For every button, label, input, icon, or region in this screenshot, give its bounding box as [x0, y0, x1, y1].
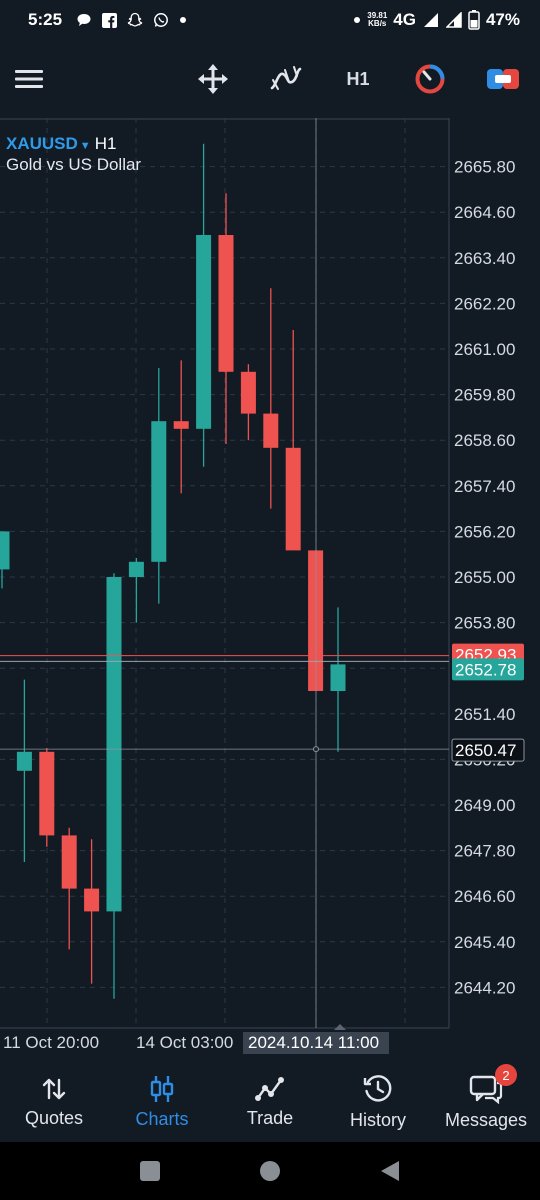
candle-body-bearish [218, 235, 234, 372]
recents-square-icon[interactable] [139, 1160, 161, 1182]
candle-body-bullish [151, 421, 167, 562]
signal-icon [445, 12, 462, 28]
crosshair-move-icon [197, 63, 229, 95]
nav-trade-label: Trade [246, 1107, 294, 1128]
price-tick-label: 2646.60 [454, 887, 515, 906]
candle-body-bullish [330, 664, 346, 691]
snapchat-icon [127, 12, 143, 28]
price-tick-label: 2647.80 [454, 842, 515, 861]
price-tick-label: 2651.40 [454, 705, 515, 724]
nav-messages-label: Messages [444, 1109, 528, 1130]
net-speed-unit: KB/s [368, 19, 387, 28]
signal-icon [422, 12, 440, 28]
status-time: 5:25 [28, 10, 63, 29]
battery-icon [468, 10, 480, 30]
price-tick-label: 2664.60 [454, 203, 515, 222]
time-tick-label: 11 Oct 20:00 [3, 1033, 99, 1052]
nav-quotes-label: Quotes [24, 1107, 84, 1128]
candle-body-bearish [39, 751, 55, 836]
network-type: 4G [393, 10, 416, 29]
charts-candles-icon [149, 1075, 175, 1103]
menu-button[interactable] [12, 60, 46, 98]
nav-trade[interactable]: Trade [216, 1062, 324, 1142]
crosshair-button[interactable] [194, 60, 232, 98]
candle-body-bullish [16, 751, 32, 771]
nav-history-label: History [349, 1109, 406, 1130]
candle-body-bullish [196, 235, 212, 429]
candle-body-bearish [61, 835, 77, 889]
timeframe-button[interactable]: H1 [340, 60, 376, 98]
one-click-trading-icon [414, 63, 446, 95]
symbol-dropdown-icon[interactable]: ▼ [80, 140, 91, 152]
dot-icon [179, 16, 187, 24]
price-tick-label: 2653.80 [454, 614, 515, 633]
nav-history[interactable]: History [324, 1062, 432, 1142]
candle-body-bearish [84, 888, 100, 912]
candle-body-bullish [128, 561, 144, 577]
trade-line-icon [255, 1076, 285, 1102]
status-bar: 5:25 39.81 KB/s 4G 47% [0, 0, 540, 40]
nav-charts-label: Charts [135, 1108, 189, 1129]
dot-icon [353, 16, 361, 24]
history-clock-icon [363, 1074, 393, 1104]
chat-bubble-icon [76, 12, 92, 28]
new-order-icon [486, 66, 520, 92]
price-tick-label: 2644.20 [454, 978, 515, 997]
price-tick-label: 2645.40 [454, 933, 515, 952]
symbol-name[interactable]: XAUUSD [6, 134, 78, 153]
nav-messages[interactable]: 2 Messages [432, 1062, 540, 1142]
crosshair-time-marker [334, 1024, 346, 1030]
price-tick-label: 2658.60 [454, 431, 515, 450]
symbol-timeframe: H1 [94, 134, 117, 153]
price-tick-label: 2661.00 [454, 340, 515, 359]
nav-charts[interactable]: Charts [108, 1062, 216, 1142]
indicators-button[interactable] [266, 60, 306, 98]
bottom-navigation: Quotes Charts Trade History 2 Messages [0, 1062, 540, 1142]
status-right: 39.81 KB/s 4G 47% [353, 10, 520, 30]
candle-body-bearish [285, 447, 301, 551]
home-circle-icon[interactable] [259, 1160, 281, 1182]
price-tick-label: 2657.40 [454, 477, 515, 496]
one-click-trading-button[interactable] [412, 60, 448, 98]
messages-badge: 2 [495, 1064, 517, 1086]
candle-body-bearish [263, 413, 279, 448]
notification-icons [76, 12, 187, 28]
facebook-icon [102, 12, 118, 28]
price-tick-label: 2663.40 [454, 249, 515, 268]
battery-percent: 47% [485, 10, 520, 29]
back-triangle-icon[interactable] [379, 1159, 401, 1183]
crosshair-center [313, 746, 319, 753]
quotes-arrows-icon [41, 1076, 67, 1102]
price-tick-label: 2665.80 [454, 158, 515, 177]
symbol-description: Gold vs US Dollar [6, 155, 142, 174]
price-tick-label: 2649.00 [454, 796, 515, 815]
indicators-icon [269, 64, 303, 94]
system-navigation-bar [0, 1142, 540, 1200]
price-tick-label: 2659.80 [454, 386, 515, 405]
nav-quotes[interactable]: Quotes [0, 1062, 108, 1142]
candle-body-bearish [240, 371, 256, 414]
candle-body-bullish [0, 531, 10, 570]
whatsapp-icon [153, 12, 169, 28]
price-chart[interactable]: 2665.80 2664.60 2663.40 2662.20 2661.00 2659.… [0, 118, 540, 1062]
candle-body-bullish [106, 577, 122, 912]
net-speed: 39.81 KB/s [367, 12, 387, 28]
time-tick-label: 14 Oct 03:00 [136, 1033, 233, 1052]
candlestick-chart[interactable]: 2665.80 2664.60 2663.40 2662.20 2661.00 2659.… [0, 118, 540, 1062]
hamburger-menu-icon [15, 68, 43, 90]
price-tick-label: 2655.00 [454, 568, 515, 587]
price-tick-label: 2662.20 [454, 294, 515, 313]
candle-body-bearish [173, 421, 189, 429]
crosshair-time-label: 2024.10.14 11:00 [248, 1033, 379, 1052]
chart-toolbar: H1 [0, 40, 540, 118]
symbol-header[interactable]: XAUUSD ▼ H1 [6, 134, 116, 154]
bid-price-label: 2652.78 [455, 660, 516, 679]
new-order-button[interactable] [484, 60, 522, 98]
price-tick-label: 2656.20 [454, 522, 515, 541]
crosshair-price-label: 2650.47 [455, 741, 516, 760]
